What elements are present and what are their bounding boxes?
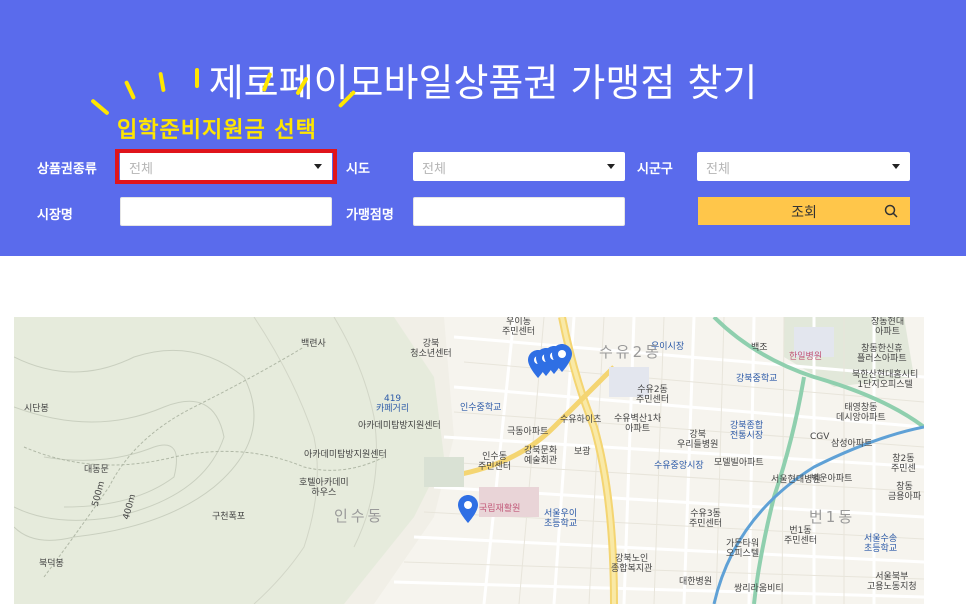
- map-label: 수유3동 주민센터: [689, 509, 723, 529]
- sigungu-value: 전체: [706, 162, 730, 177]
- map-label: 강북 우리들병원: [677, 430, 719, 450]
- map-label: 대동문: [84, 465, 109, 475]
- map-label: 창동 금용아파: [888, 482, 922, 502]
- chevron-down-icon: [607, 164, 615, 169]
- map-label: 서울북부 고용노동지청: [867, 572, 917, 592]
- callout-ray: [195, 68, 199, 88]
- map-label: 시단봉: [24, 404, 49, 414]
- map-label: 북한산현대홈시티 1단지오피스텔: [852, 370, 919, 390]
- map-label: 보광: [574, 447, 591, 457]
- map-label: 인수동: [334, 507, 385, 525]
- map-label: 극동아파트: [507, 427, 549, 437]
- map-label: 인수동 주민센터: [478, 452, 512, 472]
- map-label: 419 카페거리: [376, 394, 410, 414]
- sido-value: 전체: [422, 162, 446, 177]
- callout-text: 입학준비지원금 선택: [117, 118, 317, 143]
- sigungu-select[interactable]: 전체: [697, 152, 910, 181]
- map-label: 서울수송 초등학교: [864, 534, 898, 554]
- map-label: 인수중학교: [460, 403, 502, 413]
- map-background: [14, 317, 924, 604]
- map-label: 한일병원: [789, 352, 823, 362]
- highlight-box: [115, 149, 337, 184]
- map-label: 대한병원: [679, 577, 713, 587]
- location-pin-icon[interactable]: [552, 344, 572, 372]
- map-label: 북덕봉: [39, 559, 64, 569]
- map-label: 수유하이츠: [560, 415, 602, 425]
- map-label: 가든타워 오피스텔: [726, 539, 760, 559]
- chevron-down-icon: [892, 164, 900, 169]
- map-label: 강북노인 종합복지관: [611, 554, 653, 574]
- map-label: 강북 청소년센터: [410, 339, 452, 359]
- map-label: 벽운아파트: [811, 474, 853, 484]
- market-label: 시장명: [37, 208, 73, 223]
- map-label: 아카데미탐방지원센터: [304, 450, 387, 460]
- map-label: 태영창동 데시앙아파트: [836, 403, 886, 423]
- map-label: 아카데미탐방지원센터: [358, 421, 441, 431]
- map-label: 쌍리라움비티: [734, 584, 784, 594]
- map-label: 창동한신휴 플러스아파트: [857, 344, 907, 364]
- sigungu-label: 시군구: [637, 162, 673, 177]
- page-title: 제로페이모바일상품권 가맹점 찾기: [208, 61, 758, 105]
- map-label: 호텔아카데미 하우스: [299, 478, 349, 498]
- store-input[interactable]: [413, 197, 625, 226]
- sido-select[interactable]: 전체: [413, 152, 625, 181]
- map-label: 번1동: [809, 508, 856, 526]
- store-map[interactable]: 우이동 주민센터 백련사 강북 청소년센터 우이시장 백조 한일병원 창동현대 아파트…: [14, 317, 924, 604]
- map-label: 구천폭포: [212, 512, 246, 522]
- map-label: 모델빌아파트: [714, 458, 764, 468]
- map-label: 수유벽산1차 아파트: [614, 414, 662, 434]
- sido-label: 시도: [346, 162, 370, 177]
- map-label: 백련사: [301, 339, 326, 349]
- map-label: CGV: [810, 432, 830, 442]
- map-label: 수유중앙시장: [654, 461, 704, 471]
- map-label: 삼성아파트: [831, 439, 873, 449]
- map-label: 창동현대 아파트: [871, 317, 905, 337]
- search-button[interactable]: 조회: [698, 197, 910, 225]
- voucher-type-label: 상품권종류: [37, 162, 97, 177]
- map-label: 국립재활원: [479, 504, 521, 514]
- market-input[interactable]: [120, 197, 332, 226]
- map-label: 강북문화 예술회관: [524, 446, 558, 466]
- search-icon: [884, 204, 898, 218]
- map-label: 강북종합 전통시장: [730, 421, 764, 441]
- map-label: 강북중학교: [736, 374, 778, 384]
- map-label: 수유2동: [599, 343, 662, 361]
- map-label: 수유2동 주민센터: [636, 385, 670, 405]
- search-button-label: 조회: [791, 205, 817, 221]
- map-label: 백조: [751, 343, 768, 353]
- search-header: 제로페이모바일상품권 가맹점 찾기 입학준비지원금 선택 상품권종류 전체 시도…: [0, 0, 966, 256]
- store-label: 가맹점명: [346, 208, 394, 223]
- map-label: 서울우이 초등학교: [544, 509, 578, 529]
- map-label: 창2동 주민센: [891, 454, 916, 474]
- map-label: 번1동 주민센터: [784, 526, 818, 546]
- location-pin-icon[interactable]: [458, 495, 478, 523]
- map-label: 우이동 주민센터: [502, 317, 536, 337]
